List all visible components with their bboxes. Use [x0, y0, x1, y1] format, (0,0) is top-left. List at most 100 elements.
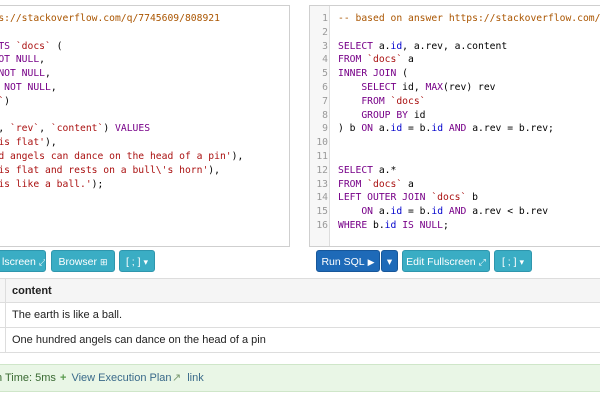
code-line: 9) b ON a.id = b.id AND a.rev = b.rev;	[316, 122, 600, 136]
code-token: ON	[361, 206, 379, 218]
code-token: FROM	[338, 54, 368, 66]
schema-delimiter-label: [ ; ]	[125, 256, 141, 268]
code-token: (	[50, 40, 63, 52]
run-sql-button[interactable]: Run SQL ▶	[316, 250, 380, 272]
code-token: -- based on answer https://stackoverflow…	[338, 13, 600, 24]
code-token: ,	[39, 123, 51, 135]
code-token: NOT NULL	[4, 81, 51, 93]
code-token: id	[384, 219, 397, 231]
row-number-cell	[0, 328, 6, 352]
browser-label: Browser	[58, 256, 97, 268]
expand-icon: ⤢	[478, 257, 486, 267]
line-number: 5	[322, 68, 328, 80]
table-cell: The earth is like a ball.	[12, 309, 123, 321]
code-line: 15 ON a.id = b.id AND a.rev < b.rev	[316, 205, 600, 219]
code-token: `docs`	[15, 40, 51, 52]
code-token: ,	[39, 54, 46, 66]
code-line: `rev`)	[0, 95, 243, 109]
query-delimiter-label: [ ; ]	[501, 256, 517, 268]
code-token: ,	[45, 68, 51, 80]
code-line: 8 GROUP BY id	[316, 109, 600, 123]
code-token: `docs`	[431, 192, 467, 204]
code-token: a	[402, 54, 414, 66]
query-code[interactable]: 1 -- based on answer https://stackoverflo…	[316, 12, 600, 233]
code-line: 11	[316, 150, 600, 164]
code-token: id	[413, 109, 426, 121]
query-delimiter-button[interactable]: [ ; ] ▾	[494, 250, 532, 272]
line-number: 14	[316, 192, 328, 204]
code-token: a.rev = b.rev;	[472, 123, 554, 135]
results-table: content The earth is like a ball. One hu…	[0, 278, 600, 353]
line-number: 8	[322, 109, 328, 121]
column-header-content: content	[12, 285, 52, 297]
line-number: 1	[322, 13, 328, 24]
code-line: EXISTS `docs` (	[0, 40, 243, 54]
code-token: FROM	[338, 178, 368, 190]
code-token: id	[390, 123, 403, 135]
code-token: AND	[448, 206, 473, 218]
line-number: 9	[322, 123, 328, 135]
code-line: rth is like a ball.');	[0, 178, 243, 192]
run-sql-label: Run SQL	[321, 256, 365, 268]
code-token: `rev`	[10, 123, 40, 135]
code-token: rth is flat'	[0, 137, 45, 149]
code-token: ndred angels can dance on the head of a …	[0, 150, 232, 162]
edit-fullscreen-button[interactable]: Edit Fullscreen ⤢	[402, 250, 490, 272]
line-number: 13	[316, 178, 328, 190]
code-line: ned NOT NULL,	[0, 67, 243, 81]
code-token: WHERE	[338, 219, 373, 231]
schema-fullscreen-label: lscreen	[2, 256, 36, 268]
line-number: 10	[316, 137, 328, 149]
execution-plan-label: View Execution Plan	[71, 372, 172, 384]
schema-code[interactable]: https://stackoverflow.com/q/7745609/8089…	[0, 12, 243, 191]
code-token: id	[390, 206, 403, 218]
play-icon: ▶	[367, 257, 375, 267]
line-number: 12	[316, 164, 328, 176]
code-line: 10	[316, 136, 600, 150]
line-number: 7	[322, 95, 328, 107]
table-row: The earth is like a ball.	[0, 303, 600, 328]
schema-fullscreen-button[interactable]: lscreen ⤢	[0, 250, 46, 272]
permalink-label: link	[187, 372, 204, 384]
caret-down-icon: ▾	[143, 257, 149, 267]
code-line: 3 SELECT a.id, a.rev, a.content	[316, 40, 600, 54]
browser-button[interactable]: Browser ⊞	[51, 250, 115, 272]
code-token: `docs`	[367, 54, 403, 66]
code-token: MAX	[425, 81, 444, 93]
query-editor[interactable]: 1 -- based on answer https://stackoverflo…	[309, 5, 600, 247]
code-token: ;	[443, 219, 449, 231]
caret-down-icon: ▾	[519, 257, 525, 267]
view-execution-plan-link[interactable]: + View Execution Plan	[60, 365, 172, 391]
code-token: a.	[378, 40, 391, 52]
schema-delimiter-button[interactable]: [ ; ] ▾	[119, 250, 155, 272]
code-token: a.rev < b.rev	[472, 206, 549, 218]
schema-editor[interactable]: https://stackoverflow.com/q/7745609/8089…	[0, 5, 290, 247]
code-line: ndred angels can dance on the head of a …	[0, 150, 243, 164]
code-token: FROM	[361, 95, 391, 107]
code-line: 14 LEFT OUTER JOIN `docs` b	[316, 191, 600, 205]
code-line: 16 WHERE b.id IS NULL;	[316, 219, 600, 233]
line-number: 3	[322, 40, 328, 52]
code-token: id	[390, 40, 403, 52]
code-line: 6 SELECT id, MAX(rev) rev	[316, 81, 600, 95]
code-token: ),	[231, 150, 244, 162]
plus-icon: +	[60, 372, 67, 384]
link-icon: ↗	[172, 372, 182, 384]
code-token: (rev) rev	[443, 81, 496, 93]
code-token: rth is like a ball.'	[0, 178, 92, 190]
code-token: NOT NULL	[0, 68, 46, 80]
expand-icon: ⤢	[38, 257, 46, 267]
table-row: One hundred angels can dance on the head…	[0, 328, 600, 353]
line-number: 15	[316, 206, 328, 218]
permalink[interactable]: ↗ link	[172, 365, 204, 391]
edit-fullscreen-label: Edit Fullscreen	[406, 256, 476, 268]
code-token: id	[431, 206, 444, 218]
code-line: f8;	[0, 109, 243, 123]
code-line: `id`, `rev`, `content`) VALUES	[0, 122, 243, 136]
run-sql-dropdown-button[interactable]: ▾	[381, 250, 398, 272]
execution-time: n Time: 5ms	[0, 372, 56, 384]
table-cell: One hundred angels can dance on the head…	[12, 334, 266, 346]
